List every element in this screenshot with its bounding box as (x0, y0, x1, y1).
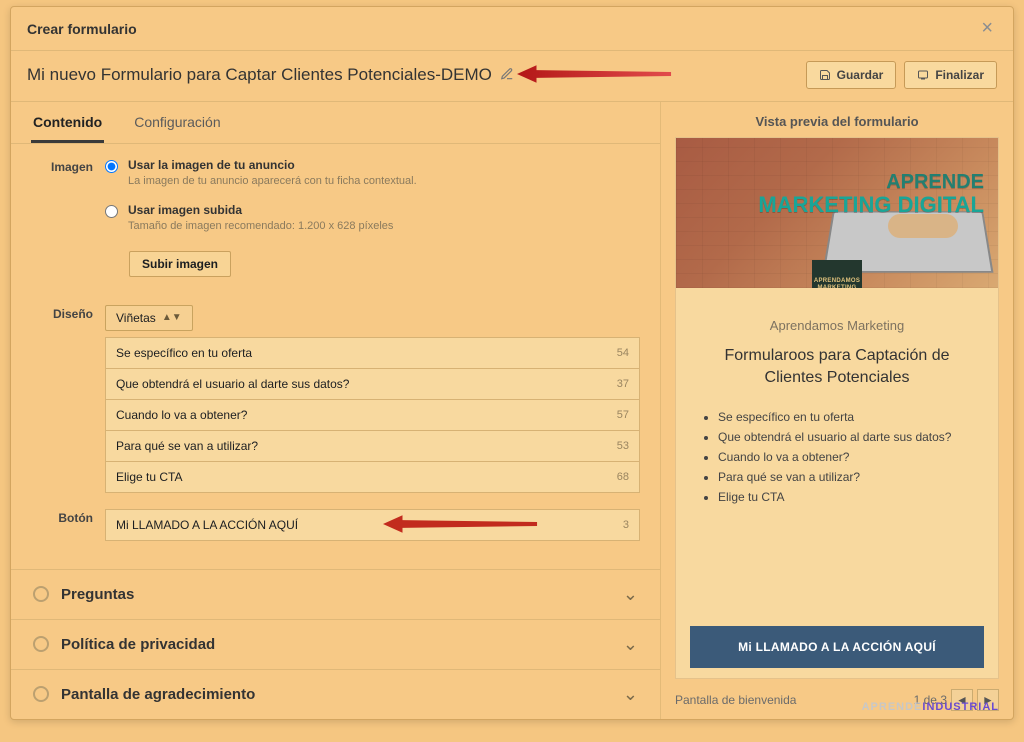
chevron-down-icon: ⌄ (623, 684, 638, 705)
bullet-input[interactable]: Elige tu CTA 68 (105, 461, 640, 493)
preview-cta-button[interactable]: Mi LLAMADO A LA ACCIÓN AQUÍ (690, 626, 984, 668)
char-counter: 68 (617, 471, 629, 483)
hero-text: APRENDE MARKETING DIGITAL (758, 172, 984, 216)
char-counter: 3 (623, 519, 629, 531)
pencil-icon[interactable] (500, 67, 514, 84)
design-label: Diseño (31, 305, 105, 493)
preview-hero-image: APRENDE MARKETING DIGITAL APRENDAMOS MAR… (676, 138, 998, 288)
preview-title: Vista previa del formulario (675, 114, 999, 129)
form-title-row: Mi nuevo Formulario para Captar Clientes… (11, 51, 1013, 102)
annotation-arrow-icon (517, 65, 673, 83)
tabs: Contenido Configuración (11, 102, 660, 144)
close-icon[interactable]: × (977, 17, 997, 40)
radio-input[interactable] (105, 160, 118, 173)
brand-logo: APRENDAMOS MARKETING (812, 260, 862, 288)
char-counter: 54 (617, 347, 629, 359)
preview-headline: Formularoos para Captación de Clientes P… (696, 345, 978, 388)
radio-input[interactable] (105, 205, 118, 218)
chevron-down-icon: ⌄ (623, 584, 638, 605)
image-label: Imagen (31, 158, 105, 277)
finish-button[interactable]: Finalizar (904, 61, 997, 89)
tab-settings[interactable]: Configuración (132, 102, 222, 143)
status-circle-icon (33, 636, 49, 652)
brand-name: Aprendamos Marketing (676, 318, 998, 333)
image-field: Imagen Usar la imagen de tu anuncio La i… (31, 158, 640, 277)
preview-column: Vista previa del formulario APRENDE MARK… (661, 102, 1013, 719)
sort-icon: ▲▼ (162, 312, 182, 323)
tab-content[interactable]: Contenido (31, 102, 104, 143)
layout-select[interactable]: Viñetas ▲▼ (105, 305, 193, 331)
bullet-input[interactable]: Cuando lo va a obtener? 57 (105, 399, 640, 431)
bullet-list: Se específico en tu oferta 54 Que obtend… (105, 337, 640, 493)
char-counter: 57 (617, 409, 629, 421)
chevron-down-icon: ⌄ (623, 634, 638, 655)
modal-header: Crear formulario × (11, 7, 1013, 51)
create-form-modal: Crear formulario × Mi nuevo Formulario p… (10, 6, 1014, 720)
bullet-input[interactable]: Para qué se van a utilizar? 53 (105, 430, 640, 462)
upload-image-button[interactable]: Subir imagen (129, 251, 231, 277)
modal-title: Crear formulario (27, 21, 137, 37)
radio-use-ad-image[interactable]: Usar la imagen de tu anuncio La imagen d… (105, 158, 640, 189)
accordion-thankyou[interactable]: Pantalla de agradecimiento ⌄ (11, 670, 660, 719)
accordion-group: Preguntas ⌄ Política de privacidad ⌄ Pan… (11, 569, 660, 719)
list-item: Se específico en tu oferta (718, 410, 972, 424)
list-item: Cuando lo va a obtener? (718, 450, 972, 464)
char-counter: 37 (617, 378, 629, 390)
step-name: Pantalla de bienvenida (675, 693, 796, 707)
design-field: Diseño Viñetas ▲▼ Se específico en tu of… (31, 305, 640, 493)
preview-bullets: Se específico en tu oferta Que obtendrá … (702, 404, 972, 510)
status-circle-icon (33, 586, 49, 602)
editor-column: Contenido Configuración Imagen Usar la i… (11, 102, 661, 719)
watermark: APRENDEINDUSTRIAL (862, 701, 999, 713)
radio-use-uploaded-image[interactable]: Usar imagen subida Tamaño de imagen reco… (105, 203, 640, 234)
bullet-input[interactable]: Se específico en tu oferta 54 (105, 337, 640, 369)
list-item: Que obtendrá el usuario al darte sus dat… (718, 430, 972, 444)
button-label: Botón (31, 509, 105, 541)
list-item: Para qué se van a utilizar? (718, 470, 972, 484)
bullet-input[interactable]: Que obtendrá el usuario al darte sus dat… (105, 368, 640, 400)
preview-card: APRENDE MARKETING DIGITAL APRENDAMOS MAR… (675, 137, 999, 679)
char-counter: 53 (617, 440, 629, 452)
status-circle-icon (33, 686, 49, 702)
modal-body: Contenido Configuración Imagen Usar la i… (11, 102, 1013, 719)
cta-text-input[interactable]: Mi LLAMADO A LA ACCIÓN AQUÍ 3 (105, 509, 640, 541)
button-field: Botón Mi LLAMADO A LA ACCIÓN AQUÍ 3 (31, 509, 640, 541)
accordion-privacy[interactable]: Política de privacidad ⌄ (11, 620, 660, 670)
list-item: Elige tu CTA (718, 490, 972, 504)
save-button[interactable]: Guardar (806, 61, 897, 89)
content-section: Imagen Usar la imagen de tu anuncio La i… (11, 144, 660, 559)
form-title: Mi nuevo Formulario para Captar Clientes… (27, 65, 492, 85)
accordion-questions[interactable]: Preguntas ⌄ (11, 570, 660, 620)
